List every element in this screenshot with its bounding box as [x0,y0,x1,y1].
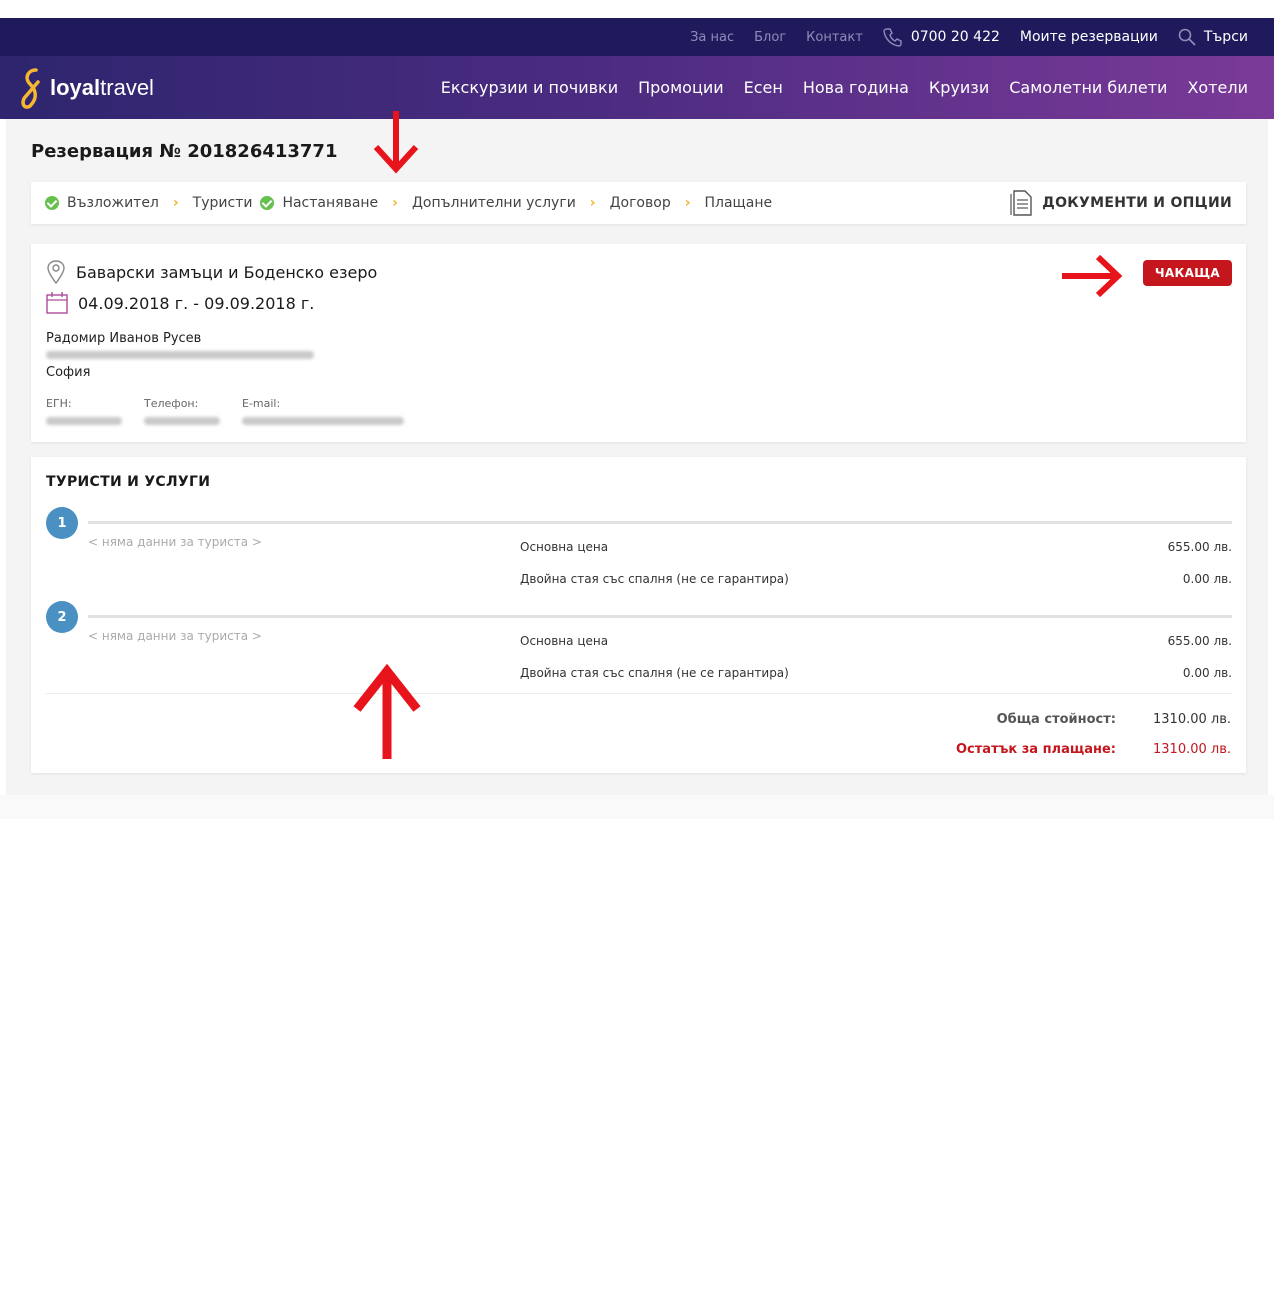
remaining-label: Остатък за плащане: [956,742,1116,757]
egn-value-redacted [46,417,122,425]
main-navbar: loyaltravel Екскурзии и почивки Промоции… [0,56,1274,119]
search-button[interactable]: Търси [1178,28,1248,46]
search-icon [1178,28,1196,46]
nav-item-flights[interactable]: Самолетни билети [1009,78,1167,97]
location-pin-icon [47,260,65,284]
client-name: Радомир Иванов Русев [46,331,202,346]
chevron-right-icon: › [392,195,398,211]
service-name: Двойна стая със спалня (не се гарантира) [520,572,789,586]
link-about[interactable]: За нас [690,30,734,45]
client-meta: ЕГН: Телефон: E-mail: [46,397,404,425]
document-icon [1010,190,1032,216]
service-price: 0.00 лв. [1182,666,1232,680]
nav-item-cruises[interactable]: Круизи [929,78,989,97]
step-label: Настаняване [282,195,379,211]
brand-name-light: travel [100,75,154,100]
phone-number: 0700 20 422 [910,29,1000,45]
page-bottom-strip [0,795,1274,819]
phone-link[interactable]: 0700 20 422 [883,27,1000,47]
annotation-arrow-down-icon [373,111,419,174]
page-title: Резервация № 201826413771 [31,141,338,162]
utility-links: За нас Блог Контакт 0700 20 422 Моите ре… [690,18,1248,56]
client-city: София [46,365,91,380]
chevron-right-icon: › [172,195,179,211]
client-address-redacted [46,347,314,364]
divider [88,521,1232,524]
brand-logo[interactable]: loyaltravel [18,66,154,110]
email-label: E-mail: [242,397,281,410]
top-utility-bar: За нас Блог Контакт 0700 20 422 Моите ре… [0,18,1274,56]
phone-icon [883,28,902,47]
step-label: Туристи [192,195,253,211]
chevron-right-icon: › [589,195,596,211]
email-field: E-mail: [242,397,404,425]
tourist-number: 1 [46,507,78,539]
step-label: Договор [609,195,671,211]
tour-dates: 04.09.2018 г. - 09.09.2018 г. [78,293,315,313]
total-label: Обща стойност: [996,712,1116,727]
link-my-reservations[interactable]: Моите резервации [1020,29,1158,45]
step-extra-services[interactable]: Допълнителни услуги [412,195,576,211]
steps-list: Възложител › Туристи Настаняване › Допъл… [31,195,772,211]
service-price: 655.00 лв. [1167,540,1232,554]
phone-value-redacted [144,417,220,425]
brand-name-bold: loyal [50,75,101,100]
check-icon [260,196,275,210]
annotation-arrow-up-icon [353,663,421,759]
step-tourists[interactable]: Туристи [193,195,253,211]
nav-item-excursions[interactable]: Екскурзии и почивки [441,78,618,97]
tourists-services-card: ТУРИСТИ И УСЛУГИ 1 < няма данни за турис… [31,457,1246,773]
chevron-right-icon: › [684,195,691,211]
calendar-icon [46,292,68,314]
total-value: 1310.00 лв. [1153,712,1231,727]
search-label: Търси [1203,29,1248,45]
step-contract[interactable]: Договор [610,195,671,211]
nav-item-new-year[interactable]: Нова година [803,78,909,97]
link-blog[interactable]: Блог [754,30,786,45]
nav-item-hotels[interactable]: Хотели [1187,78,1248,97]
link-contacts[interactable]: Контакт [806,30,863,45]
step-assignor[interactable]: Възложител [45,195,159,211]
divider [88,615,1232,618]
logo-icon [21,68,40,109]
documents-options-button[interactable]: ДОКУМЕНТИ И ОПЦИИ [1010,182,1232,224]
service-price: 0.00 лв. [1182,572,1232,586]
page-content: Резервация № 201826413771 Възложител › Т… [6,111,1268,795]
main-nav: Екскурзии и почивки Промоции Есен Нова г… [441,56,1248,119]
email-value-redacted [242,417,404,425]
step-accommodation[interactable]: Настаняване [260,195,378,211]
check-icon [45,196,59,210]
service-price: 655.00 лв. [1167,634,1232,648]
nav-item-autumn[interactable]: Есен [744,78,783,97]
status-badge: ЧАКАЩА [1142,260,1232,286]
tourist-number: 2 [46,601,78,633]
reservation-info-card: Баварски замъци и Боденско езеро 04.09.2… [31,244,1246,442]
section-title: ТУРИСТИ И УСЛУГИ [46,474,211,490]
client-details: Радомир Иванов Русев София [46,330,314,381]
service-name: Основна цена [520,634,609,648]
step-label: Плащане [704,195,773,211]
service-name: Двойна стая със спалня (не се гарантира) [520,666,789,680]
documents-options-label: ДОКУМЕНТИ И ОПЦИИ [1042,195,1232,211]
tour-name: Баварски замъци и Боденско езеро [76,262,378,282]
reservation-steps: Възложител › Туристи Настаняване › Допъл… [31,182,1246,224]
tourist-no-data[interactable]: < няма данни за туриста > [88,629,262,643]
tourist-row: 2 < няма данни за туриста > Основна цена… [46,601,1232,691]
phone-field: Телефон: [144,397,220,425]
tour-dates-row: 04.09.2018 г. - 09.09.2018 г. [46,292,314,314]
totals-divider [46,693,1232,694]
remaining-value: 1310.00 лв. [1153,742,1231,757]
tourist-no-data[interactable]: < няма данни за туриста > [88,535,262,549]
egn-label: ЕГН: [46,397,72,410]
tour-name-row: Баварски замъци и Боденско езеро [46,260,377,284]
step-label: Допълнителни услуги [411,195,576,211]
step-payment[interactable]: Плащане [705,195,773,211]
service-name: Основна цена [520,540,609,554]
annotation-arrow-right-icon [1062,254,1123,298]
phone-label: Телефон: [144,397,199,410]
egn-field: ЕГН: [46,397,122,425]
step-label: Възложител [67,195,159,211]
tourist-row: 1 < няма данни за туриста > Основна цена… [46,507,1232,597]
nav-item-promotions[interactable]: Промоции [638,78,724,97]
